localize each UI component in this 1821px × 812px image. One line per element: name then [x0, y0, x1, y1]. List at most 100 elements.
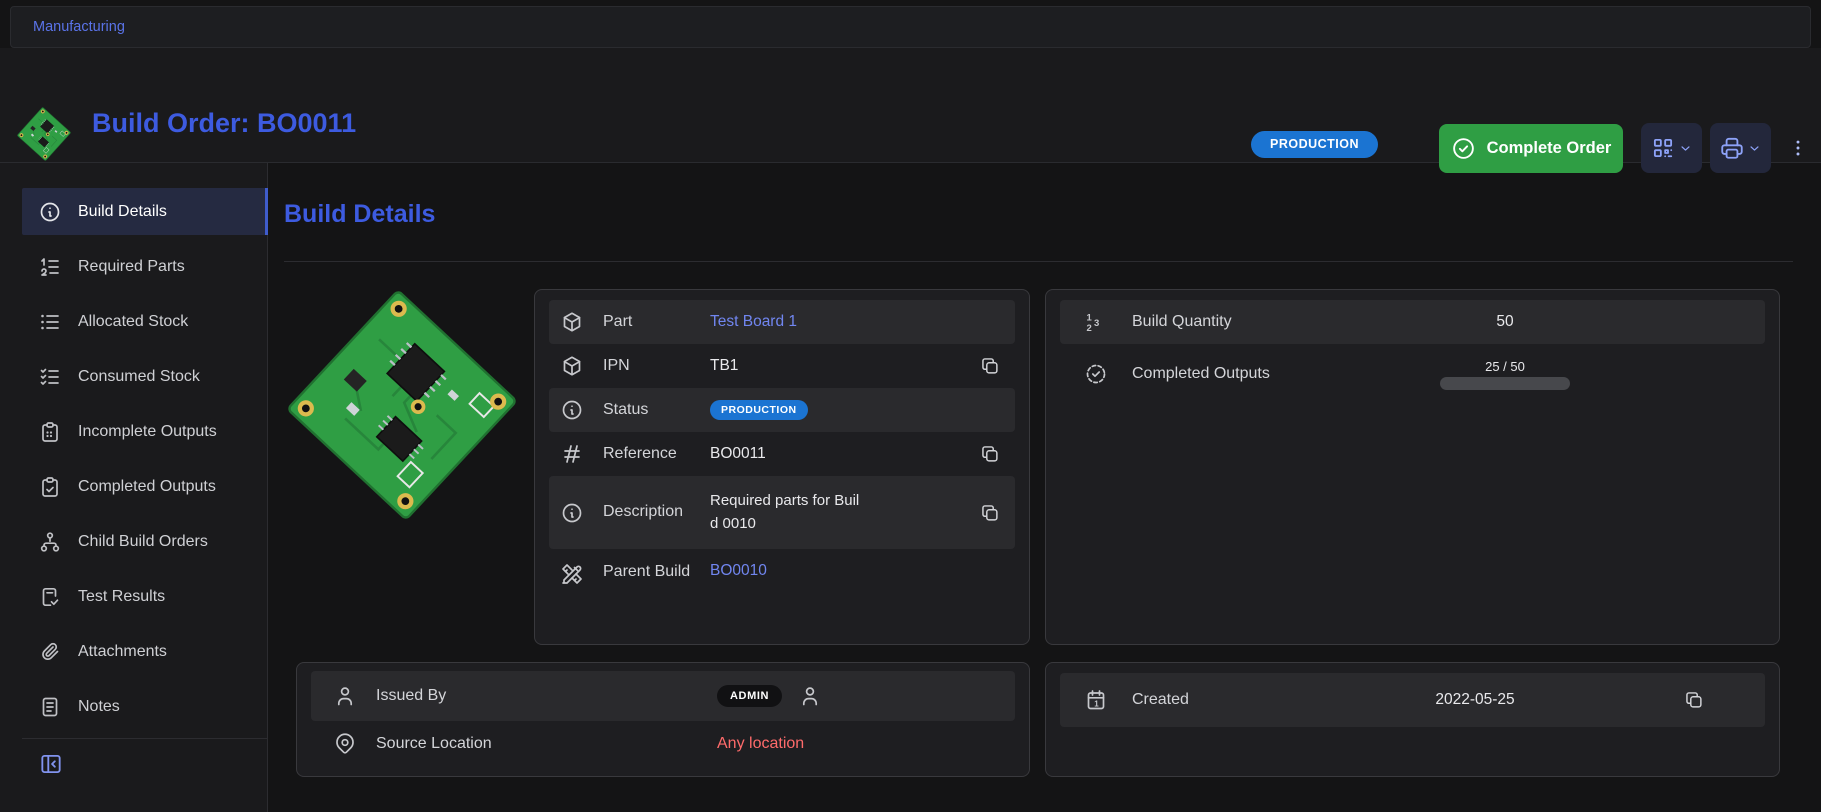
svg-text:1: 1 [1087, 313, 1093, 324]
detail-row-ipn: IPN TB1 [549, 344, 1015, 388]
detail-value: Required parts for Buil d 0010 [710, 490, 910, 535]
chevron-down-icon [1678, 141, 1693, 156]
detail-label: Description [603, 502, 710, 523]
progress-bar [1440, 377, 1570, 390]
sidebar-item-completed-outputs[interactable]: Completed Outputs [22, 463, 268, 510]
part-thumbnail [16, 106, 72, 162]
dates-panel: 1 Created 2022-05-25 [1045, 662, 1780, 777]
detail-label: Reference [603, 444, 710, 465]
completed-outputs-progress: 25 / 50 [1440, 359, 1570, 390]
user-icon [333, 684, 357, 708]
print-actions-button[interactable] [1710, 123, 1771, 173]
detail-label: Completed Outputs [1132, 365, 1305, 383]
qrcode-icon [1650, 135, 1676, 161]
detail-row-parent-build: Parent Build BO0010 [549, 549, 1015, 631]
sidebar-item-label: Required Parts [78, 258, 185, 276]
copy-button[interactable] [1683, 689, 1705, 711]
file-check-icon [38, 585, 62, 609]
sidebar-item-build-details[interactable]: Build Details [22, 188, 268, 235]
sidebar-item-label: Consumed Stock [78, 368, 200, 386]
sidebar-item-required-parts[interactable]: Required Parts [22, 243, 268, 290]
parent-build-link[interactable]: BO0010 [710, 562, 1001, 580]
tools-icon [560, 562, 584, 586]
detail-value: BO0011 [710, 445, 971, 463]
section-heading: Build Details [284, 200, 435, 229]
info-circle-icon [560, 501, 584, 525]
box-icon [560, 354, 584, 378]
sidebar: Build Details Required Parts Allocated S… [0, 163, 268, 812]
info-circle-icon [38, 200, 62, 224]
status-badge: PRODUCTION [710, 400, 808, 420]
more-actions-button[interactable] [1784, 123, 1812, 173]
breadcrumb: Manufacturing [10, 6, 1811, 48]
sidebar-collapse-button[interactable] [36, 749, 66, 779]
numbers-123-icon: 123 [1084, 310, 1108, 334]
detail-label: IPN [603, 356, 710, 377]
hash-icon [560, 442, 584, 466]
detail-row-created: 1 Created 2022-05-25 [1060, 673, 1765, 727]
detail-row-completed-outputs: Completed Outputs 25 / 50 [1060, 344, 1765, 404]
copy-button[interactable] [979, 502, 1001, 524]
circle-check-icon [1451, 136, 1476, 161]
detail-row-reference: Reference BO0011 [549, 432, 1015, 476]
info-circle-icon [560, 398, 584, 422]
sidebar-item-child-build-orders[interactable]: Child Build Orders [22, 518, 268, 565]
status-badge: PRODUCTION [1251, 131, 1378, 158]
svg-text:1: 1 [1094, 700, 1099, 709]
detail-label: Source Location [376, 735, 717, 753]
sidebar-item-label: Child Build Orders [78, 533, 208, 551]
user-icon [798, 684, 822, 708]
detail-row-part: Part Test Board 1 [549, 300, 1015, 344]
detail-label: Build Quantity [1132, 313, 1305, 331]
svg-text:3: 3 [1094, 318, 1099, 329]
barcode-actions-button[interactable] [1641, 123, 1702, 173]
sidebar-item-notes[interactable]: Notes [22, 683, 268, 730]
breadcrumb-link-manufacturing[interactable]: Manufacturing [33, 19, 125, 35]
detail-row-status: Status PRODUCTION [549, 388, 1015, 432]
detail-label: Part [603, 312, 710, 333]
sidebar-item-label: Test Results [78, 588, 165, 606]
progress-check-icon [1084, 362, 1108, 386]
map-pin-icon [333, 732, 357, 756]
detail-label: Parent Build [603, 562, 710, 583]
sitemap-icon [38, 530, 62, 554]
sidebar-item-attachments[interactable]: Attachments [22, 628, 268, 675]
list-check-icon [38, 365, 62, 389]
copy-icon [1683, 689, 1705, 711]
sidebar-divider [22, 738, 268, 739]
sidebar-item-consumed-stock[interactable]: Consumed Stock [22, 353, 268, 400]
sidebar-item-allocated-stock[interactable]: Allocated Stock [22, 298, 268, 345]
notes-icon [38, 695, 62, 719]
sidebar-item-label: Allocated Stock [78, 313, 188, 331]
progress-label: 25 / 50 [1485, 359, 1525, 374]
detail-label: Created [1132, 691, 1275, 709]
calendar-icon: 1 [1084, 688, 1108, 712]
part-link[interactable]: Test Board 1 [710, 313, 1001, 331]
detail-value: 2022-05-25 [1275, 691, 1675, 709]
detail-value: TB1 [710, 357, 971, 375]
detail-label: Issued By [376, 687, 717, 705]
sidebar-item-test-results[interactable]: Test Results [22, 573, 268, 620]
printer-icon [1719, 135, 1745, 161]
copy-button[interactable] [979, 355, 1001, 377]
issued-by-badge: ADMIN [717, 685, 782, 707]
source-location-value: Any location [717, 735, 1001, 753]
detail-row-build-quantity: 123 Build Quantity 50 [1060, 300, 1765, 344]
copy-button[interactable] [979, 443, 1001, 465]
copy-icon [979, 443, 1001, 465]
part-details-panel: Part Test Board 1 IPN TB1 Status PRODUCT… [534, 289, 1030, 645]
copy-icon [979, 502, 1001, 524]
detail-row-source-location: Source Location Any location [311, 721, 1015, 767]
detail-row-issued-by: Issued By ADMIN [311, 671, 1015, 721]
build-quantity-panel: 123 Build Quantity 50 Completed Outputs … [1045, 289, 1780, 645]
sidebar-item-label: Notes [78, 698, 120, 716]
svg-text:2: 2 [1087, 323, 1092, 334]
copy-icon [979, 355, 1001, 377]
sidebar-item-incomplete-outputs[interactable]: Incomplete Outputs [22, 408, 268, 455]
page-header: Build Order: BO0011 50 x TB1 | Test Boar… [0, 48, 1821, 163]
part-image [284, 287, 520, 523]
sidebar-item-label: Incomplete Outputs [78, 423, 217, 441]
complete-order-button[interactable]: Complete Order [1439, 124, 1623, 173]
list-icon [38, 310, 62, 334]
heading-divider [284, 261, 1793, 262]
